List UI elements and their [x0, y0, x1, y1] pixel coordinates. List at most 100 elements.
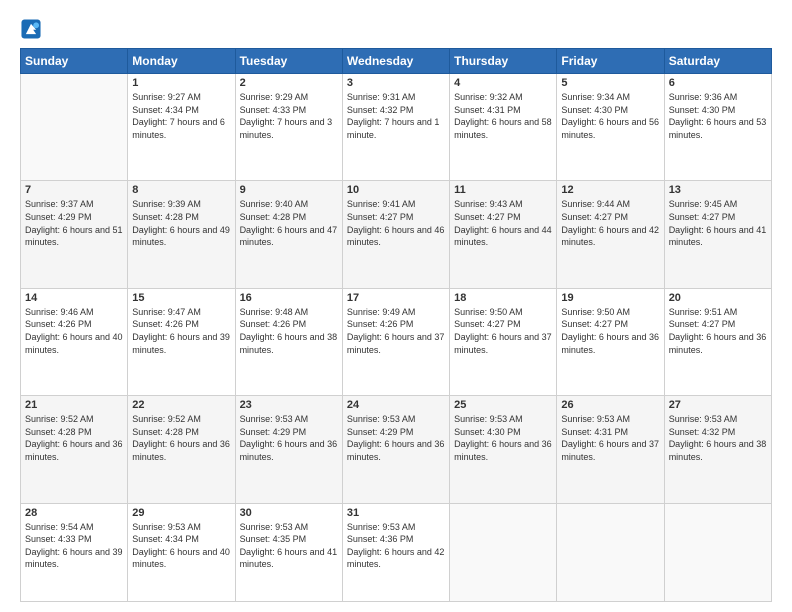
calendar-cell [664, 503, 771, 601]
day-info: Sunrise: 9:31 AMSunset: 4:32 PMDaylight:… [347, 91, 445, 141]
day-info: Sunrise: 9:52 AMSunset: 4:28 PMDaylight:… [132, 413, 230, 463]
day-info: Sunrise: 9:53 AMSunset: 4:31 PMDaylight:… [561, 413, 659, 463]
day-number: 21 [25, 399, 123, 411]
col-header-wednesday: Wednesday [342, 49, 449, 74]
calendar-cell: 5 Sunrise: 9:34 AMSunset: 4:30 PMDaylight… [557, 74, 664, 181]
calendar-cell: 20 Sunrise: 9:51 AMSunset: 4:27 PMDayligh… [664, 288, 771, 395]
day-info: Sunrise: 9:53 AMSunset: 4:32 PMDaylight:… [669, 413, 767, 463]
page: SundayMondayTuesdayWednesdayThursdayFrid… [0, 0, 792, 612]
calendar-header-row: SundayMondayTuesdayWednesdayThursdayFrid… [21, 49, 772, 74]
calendar-cell: 3 Sunrise: 9:31 AMSunset: 4:32 PMDaylight… [342, 74, 449, 181]
calendar-cell: 30 Sunrise: 9:53 AMSunset: 4:35 PMDayligh… [235, 503, 342, 601]
day-info: Sunrise: 9:54 AMSunset: 4:33 PMDaylight:… [25, 521, 123, 571]
day-info: Sunrise: 9:53 AMSunset: 4:35 PMDaylight:… [240, 521, 338, 571]
logo [20, 18, 44, 40]
day-number: 18 [454, 292, 552, 304]
day-info: Sunrise: 9:41 AMSunset: 4:27 PMDaylight:… [347, 198, 445, 248]
day-info: Sunrise: 9:52 AMSunset: 4:28 PMDaylight:… [25, 413, 123, 463]
day-number: 12 [561, 184, 659, 196]
day-number: 25 [454, 399, 552, 411]
calendar-cell: 31Sunrise: 9:53 AMSunset: 4:36 PMDayligh… [342, 503, 449, 601]
col-header-thursday: Thursday [450, 49, 557, 74]
calendar-cell: 17 Sunrise: 9:49 AMSunset: 4:26 PMDayligh… [342, 288, 449, 395]
header [20, 18, 772, 40]
day-info: Sunrise: 9:29 AMSunset: 4:33 PMDaylight:… [240, 91, 338, 141]
day-number: 7 [25, 184, 123, 196]
day-info: Sunrise: 9:53 AMSunset: 4:36 PMDaylight:… [347, 521, 445, 571]
day-info: Sunrise: 9:53 AMSunset: 4:29 PMDaylight:… [240, 413, 338, 463]
day-number: 1 [132, 77, 230, 89]
day-info: Sunrise: 9:40 AMSunset: 4:28 PMDaylight:… [240, 198, 338, 248]
day-number: 15 [132, 292, 230, 304]
col-header-sunday: Sunday [21, 49, 128, 74]
calendar-cell: 7 Sunrise: 9:37 AMSunset: 4:29 PMDaylight… [21, 181, 128, 288]
calendar-cell: 15 Sunrise: 9:47 AMSunset: 4:26 PMDayligh… [128, 288, 235, 395]
day-info: Sunrise: 9:32 AMSunset: 4:31 PMDaylight:… [454, 91, 552, 141]
day-info: Sunrise: 9:50 AMSunset: 4:27 PMDaylight:… [454, 306, 552, 356]
calendar-cell: 27 Sunrise: 9:53 AMSunset: 4:32 PMDayligh… [664, 396, 771, 503]
calendar-week-row: 21 Sunrise: 9:52 AMSunset: 4:28 PMDayligh… [21, 396, 772, 503]
calendar-table: SundayMondayTuesdayWednesdayThursdayFrid… [20, 48, 772, 602]
day-info: Sunrise: 9:47 AMSunset: 4:26 PMDaylight:… [132, 306, 230, 356]
day-number: 16 [240, 292, 338, 304]
day-number: 10 [347, 184, 445, 196]
calendar-cell: 23 Sunrise: 9:53 AMSunset: 4:29 PMDayligh… [235, 396, 342, 503]
calendar-cell [450, 503, 557, 601]
day-number: 8 [132, 184, 230, 196]
day-number: 3 [347, 77, 445, 89]
calendar-cell: 18 Sunrise: 9:50 AMSunset: 4:27 PMDayligh… [450, 288, 557, 395]
day-info: Sunrise: 9:44 AMSunset: 4:27 PMDaylight:… [561, 198, 659, 248]
day-info: Sunrise: 9:43 AMSunset: 4:27 PMDaylight:… [454, 198, 552, 248]
day-info: Sunrise: 9:50 AMSunset: 4:27 PMDaylight:… [561, 306, 659, 356]
calendar-cell: 14Sunrise: 9:46 AMSunset: 4:26 PMDayligh… [21, 288, 128, 395]
day-number: 9 [240, 184, 338, 196]
day-number: 23 [240, 399, 338, 411]
day-number: 30 [240, 507, 338, 519]
day-number: 11 [454, 184, 552, 196]
calendar-cell: 10 Sunrise: 9:41 AMSunset: 4:27 PMDayligh… [342, 181, 449, 288]
day-number: 24 [347, 399, 445, 411]
calendar-cell: 25Sunrise: 9:53 AMSunset: 4:30 PMDayligh… [450, 396, 557, 503]
day-number: 13 [669, 184, 767, 196]
day-info: Sunrise: 9:45 AMSunset: 4:27 PMDaylight:… [669, 198, 767, 248]
day-number: 2 [240, 77, 338, 89]
col-header-friday: Friday [557, 49, 664, 74]
calendar-cell: 22 Sunrise: 9:52 AMSunset: 4:28 PMDayligh… [128, 396, 235, 503]
logo-icon [20, 18, 42, 40]
day-info: Sunrise: 9:39 AMSunset: 4:28 PMDaylight:… [132, 198, 230, 248]
calendar-week-row: 1 Sunrise: 9:27 AMSunset: 4:34 PMDaylight… [21, 74, 772, 181]
day-info: Sunrise: 9:34 AMSunset: 4:30 PMDaylight:… [561, 91, 659, 141]
calendar-cell: 8 Sunrise: 9:39 AMSunset: 4:28 PMDaylight… [128, 181, 235, 288]
day-info: Sunrise: 9:37 AMSunset: 4:29 PMDaylight:… [25, 198, 123, 248]
col-header-saturday: Saturday [664, 49, 771, 74]
day-number: 29 [132, 507, 230, 519]
calendar-cell: 2 Sunrise: 9:29 AMSunset: 4:33 PMDaylight… [235, 74, 342, 181]
calendar-cell: 6 Sunrise: 9:36 AMSunset: 4:30 PMDaylight… [664, 74, 771, 181]
day-info: Sunrise: 9:49 AMSunset: 4:26 PMDaylight:… [347, 306, 445, 356]
calendar-cell: 24 Sunrise: 9:53 AMSunset: 4:29 PMDayligh… [342, 396, 449, 503]
calendar-cell: 13 Sunrise: 9:45 AMSunset: 4:27 PMDayligh… [664, 181, 771, 288]
day-number: 6 [669, 77, 767, 89]
day-info: Sunrise: 9:27 AMSunset: 4:34 PMDaylight:… [132, 91, 230, 141]
calendar-cell: 28 Sunrise: 9:54 AMSunset: 4:33 PMDayligh… [21, 503, 128, 601]
day-number: 22 [132, 399, 230, 411]
day-info: Sunrise: 9:53 AMSunset: 4:34 PMDaylight:… [132, 521, 230, 571]
calendar-cell: 26Sunrise: 9:53 AMSunset: 4:31 PMDayligh… [557, 396, 664, 503]
day-info: Sunrise: 9:46 AMSunset: 4:26 PMDaylight:… [25, 306, 123, 356]
day-number: 5 [561, 77, 659, 89]
calendar-cell: 9 Sunrise: 9:40 AMSunset: 4:28 PMDaylight… [235, 181, 342, 288]
day-number: 28 [25, 507, 123, 519]
calendar-cell: 11 Sunrise: 9:43 AMSunset: 4:27 PMDayligh… [450, 181, 557, 288]
day-number: 20 [669, 292, 767, 304]
col-header-monday: Monday [128, 49, 235, 74]
calendar-cell: 21 Sunrise: 9:52 AMSunset: 4:28 PMDayligh… [21, 396, 128, 503]
day-info: Sunrise: 9:51 AMSunset: 4:27 PMDaylight:… [669, 306, 767, 356]
day-info: Sunrise: 9:36 AMSunset: 4:30 PMDaylight:… [669, 91, 767, 141]
day-number: 4 [454, 77, 552, 89]
calendar-cell: 12 Sunrise: 9:44 AMSunset: 4:27 PMDayligh… [557, 181, 664, 288]
day-number: 27 [669, 399, 767, 411]
day-number: 19 [561, 292, 659, 304]
calendar-cell: 4 Sunrise: 9:32 AMSunset: 4:31 PMDaylight… [450, 74, 557, 181]
day-number: 17 [347, 292, 445, 304]
day-info: Sunrise: 9:53 AMSunset: 4:29 PMDaylight:… [347, 413, 445, 463]
